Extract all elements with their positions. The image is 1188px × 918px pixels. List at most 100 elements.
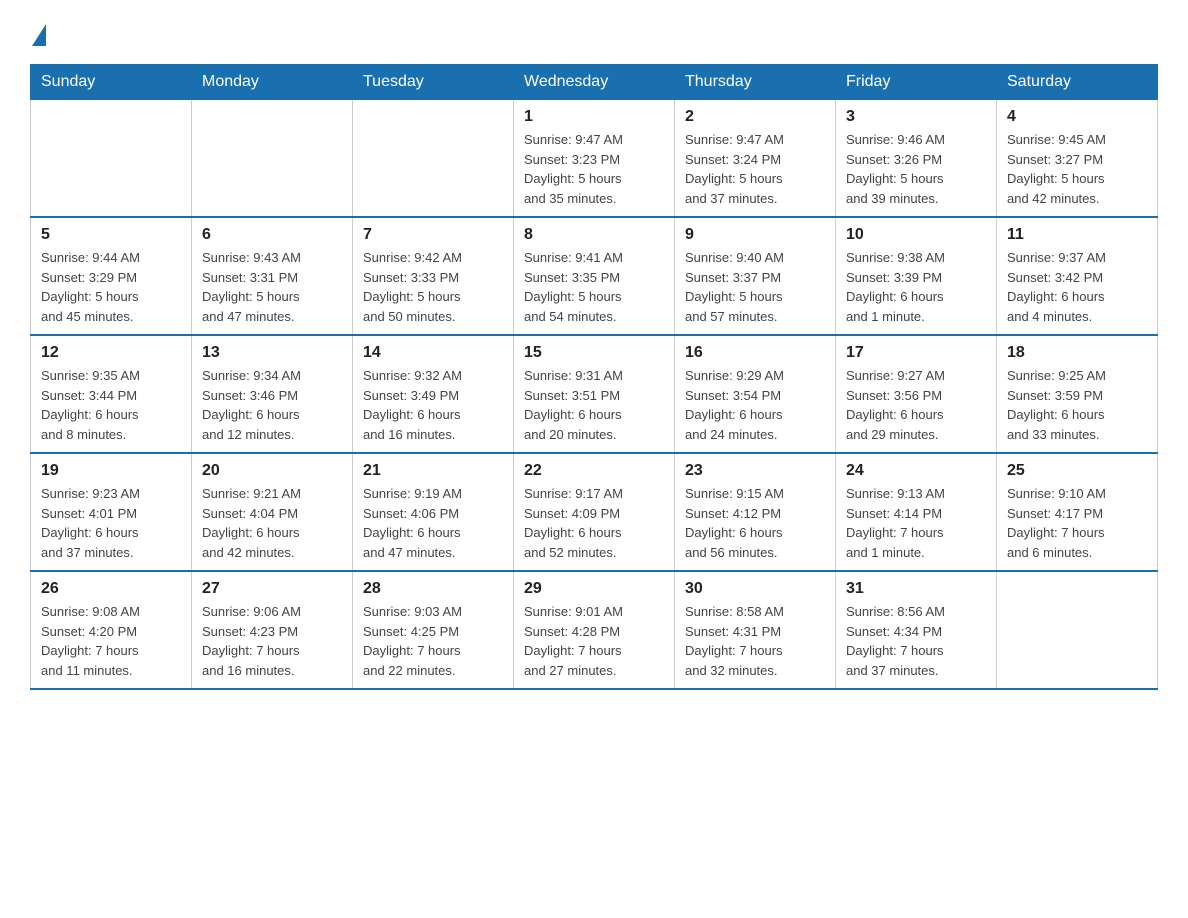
day-info: Sunrise: 9:46 AM Sunset: 3:26 PM Dayligh… <box>846 130 986 208</box>
day-number: 27 <box>202 580 342 598</box>
day-number: 5 <box>41 226 181 244</box>
week-row-5: 26 Sunrise: 9:08 AM Sunset: 4:20 PM Dayli… <box>31 571 1158 689</box>
day-number: 2 <box>685 108 825 126</box>
day-info: Sunrise: 9:35 AM Sunset: 3:44 PM Dayligh… <box>41 366 181 444</box>
day-cell-21: 21 Sunrise: 9:19 AM Sunset: 4:06 PM Dayli… <box>353 453 514 571</box>
day-cell-22: 22Sunrise: 9:17 AM Sunset: 4:09 PM Dayli… <box>514 453 675 571</box>
column-header-tuesday: Tuesday <box>353 65 514 100</box>
logo-triangle-icon <box>32 24 46 46</box>
day-cell-6: 6 Sunrise: 9:43 AM Sunset: 3:31 PM Daylig… <box>192 217 353 335</box>
day-info: Sunrise: 9:10 AM Sunset: 4:17 PM Dayligh… <box>1007 484 1147 562</box>
day-number: 7 <box>363 226 503 244</box>
day-info: Sunrise: 9:34 AM Sunset: 3:46 PM Dayligh… <box>202 366 342 444</box>
day-number: 1 <box>524 108 664 126</box>
logo <box>30 20 46 46</box>
column-header-sunday: Sunday <box>31 65 192 100</box>
day-number: 25 <box>1007 462 1147 480</box>
day-number: 14 <box>363 344 503 362</box>
day-info: Sunrise: 9:31 AM Sunset: 3:51 PM Dayligh… <box>524 366 664 444</box>
day-cell-14: 14 Sunrise: 9:32 AM Sunset: 3:49 PM Dayli… <box>353 335 514 453</box>
day-cell-5: 5 Sunrise: 9:44 AM Sunset: 3:29 PM Daylig… <box>31 217 192 335</box>
day-cell-17: 17 Sunrise: 9:27 AM Sunset: 3:56 PM Dayli… <box>836 335 997 453</box>
day-cell-1: 1 Sunrise: 9:47 AM Sunset: 3:23 PM Daylig… <box>514 100 675 218</box>
day-info: Sunrise: 9:47 AM Sunset: 3:24 PM Dayligh… <box>685 130 825 208</box>
day-info: Sunrise: 9:29 AM Sunset: 3:54 PM Dayligh… <box>685 366 825 444</box>
day-number: 23 <box>685 462 825 480</box>
day-number: 24 <box>846 462 986 480</box>
empty-cell <box>31 100 192 218</box>
day-info: Sunrise: 9:42 AM Sunset: 3:33 PM Dayligh… <box>363 248 503 326</box>
day-cell-28: 28Sunrise: 9:03 AM Sunset: 4:25 PM Dayli… <box>353 571 514 689</box>
day-number: 10 <box>846 226 986 244</box>
day-info: Sunrise: 9:13 AM Sunset: 4:14 PM Dayligh… <box>846 484 986 562</box>
day-number: 21 <box>363 462 503 480</box>
day-info: Sunrise: 9:01 AM Sunset: 4:28 PM Dayligh… <box>524 602 664 680</box>
day-info: Sunrise: 9:47 AM Sunset: 3:23 PM Dayligh… <box>524 130 664 208</box>
day-info: Sunrise: 9:03 AM Sunset: 4:25 PM Dayligh… <box>363 602 503 680</box>
day-number: 16 <box>685 344 825 362</box>
day-number: 30 <box>685 580 825 598</box>
day-info: Sunrise: 9:44 AM Sunset: 3:29 PM Dayligh… <box>41 248 181 326</box>
empty-cell <box>353 100 514 218</box>
day-number: 13 <box>202 344 342 362</box>
day-number: 4 <box>1007 108 1147 126</box>
day-info: Sunrise: 9:21 AM Sunset: 4:04 PM Dayligh… <box>202 484 342 562</box>
week-row-4: 19Sunrise: 9:23 AM Sunset: 4:01 PM Dayli… <box>31 453 1158 571</box>
day-cell-26: 26 Sunrise: 9:08 AM Sunset: 4:20 PM Dayli… <box>31 571 192 689</box>
day-number: 6 <box>202 226 342 244</box>
day-info: Sunrise: 9:43 AM Sunset: 3:31 PM Dayligh… <box>202 248 342 326</box>
day-info: Sunrise: 9:15 AM Sunset: 4:12 PM Dayligh… <box>685 484 825 562</box>
day-cell-4: 4 Sunrise: 9:45 AM Sunset: 3:27 PM Daylig… <box>997 100 1158 218</box>
day-cell-20: 20 Sunrise: 9:21 AM Sunset: 4:04 PM Dayli… <box>192 453 353 571</box>
day-cell-16: 16 Sunrise: 9:29 AM Sunset: 3:54 PM Dayli… <box>675 335 836 453</box>
day-info: Sunrise: 9:45 AM Sunset: 3:27 PM Dayligh… <box>1007 130 1147 208</box>
day-info: Sunrise: 9:37 AM Sunset: 3:42 PM Dayligh… <box>1007 248 1147 326</box>
day-number: 31 <box>846 580 986 598</box>
day-number: 17 <box>846 344 986 362</box>
day-cell-11: 11 Sunrise: 9:37 AM Sunset: 3:42 PM Dayli… <box>997 217 1158 335</box>
day-info: Sunrise: 9:27 AM Sunset: 3:56 PM Dayligh… <box>846 366 986 444</box>
day-info: Sunrise: 8:56 AM Sunset: 4:34 PM Dayligh… <box>846 602 986 680</box>
day-number: 11 <box>1007 226 1147 244</box>
day-cell-27: 27 Sunrise: 9:06 AM Sunset: 4:23 PM Dayli… <box>192 571 353 689</box>
day-info: Sunrise: 9:08 AM Sunset: 4:20 PM Dayligh… <box>41 602 181 680</box>
day-cell-12: 12Sunrise: 9:35 AM Sunset: 3:44 PM Dayli… <box>31 335 192 453</box>
empty-cell <box>192 100 353 218</box>
day-cell-19: 19Sunrise: 9:23 AM Sunset: 4:01 PM Dayli… <box>31 453 192 571</box>
day-info: Sunrise: 9:32 AM Sunset: 3:49 PM Dayligh… <box>363 366 503 444</box>
day-cell-13: 13 Sunrise: 9:34 AM Sunset: 3:46 PM Dayli… <box>192 335 353 453</box>
day-info: Sunrise: 8:58 AM Sunset: 4:31 PM Dayligh… <box>685 602 825 680</box>
column-header-wednesday: Wednesday <box>514 65 675 100</box>
day-info: Sunrise: 9:17 AM Sunset: 4:09 PM Dayligh… <box>524 484 664 562</box>
day-cell-7: 7 Sunrise: 9:42 AM Sunset: 3:33 PM Daylig… <box>353 217 514 335</box>
day-info: Sunrise: 9:06 AM Sunset: 4:23 PM Dayligh… <box>202 602 342 680</box>
column-header-monday: Monday <box>192 65 353 100</box>
day-cell-25: 25 Sunrise: 9:10 AM Sunset: 4:17 PM Dayli… <box>997 453 1158 571</box>
day-cell-8: 8Sunrise: 9:41 AM Sunset: 3:35 PM Daylig… <box>514 217 675 335</box>
day-number: 15 <box>524 344 664 362</box>
day-number: 29 <box>524 580 664 598</box>
page-header <box>30 20 1158 46</box>
day-number: 26 <box>41 580 181 598</box>
day-cell-3: 3 Sunrise: 9:46 AM Sunset: 3:26 PM Daylig… <box>836 100 997 218</box>
day-number: 18 <box>1007 344 1147 362</box>
column-header-thursday: Thursday <box>675 65 836 100</box>
day-cell-23: 23 Sunrise: 9:15 AM Sunset: 4:12 PM Dayli… <box>675 453 836 571</box>
day-cell-30: 30 Sunrise: 8:58 AM Sunset: 4:31 PM Dayli… <box>675 571 836 689</box>
day-cell-2: 2 Sunrise: 9:47 AM Sunset: 3:24 PM Daylig… <box>675 100 836 218</box>
day-info: Sunrise: 9:19 AM Sunset: 4:06 PM Dayligh… <box>363 484 503 562</box>
empty-cell <box>997 571 1158 689</box>
calendar-table: SundayMondayTuesdayWednesdayThursdayFrid… <box>30 64 1158 690</box>
day-number: 20 <box>202 462 342 480</box>
day-info: Sunrise: 9:40 AM Sunset: 3:37 PM Dayligh… <box>685 248 825 326</box>
day-info: Sunrise: 9:41 AM Sunset: 3:35 PM Dayligh… <box>524 248 664 326</box>
day-number: 9 <box>685 226 825 244</box>
day-number: 3 <box>846 108 986 126</box>
column-header-saturday: Saturday <box>997 65 1158 100</box>
day-info: Sunrise: 9:25 AM Sunset: 3:59 PM Dayligh… <box>1007 366 1147 444</box>
day-cell-29: 29 Sunrise: 9:01 AM Sunset: 4:28 PM Dayli… <box>514 571 675 689</box>
day-info: Sunrise: 9:23 AM Sunset: 4:01 PM Dayligh… <box>41 484 181 562</box>
day-cell-18: 18 Sunrise: 9:25 AM Sunset: 3:59 PM Dayli… <box>997 335 1158 453</box>
day-cell-24: 24 Sunrise: 9:13 AM Sunset: 4:14 PM Dayli… <box>836 453 997 571</box>
day-info: Sunrise: 9:38 AM Sunset: 3:39 PM Dayligh… <box>846 248 986 326</box>
